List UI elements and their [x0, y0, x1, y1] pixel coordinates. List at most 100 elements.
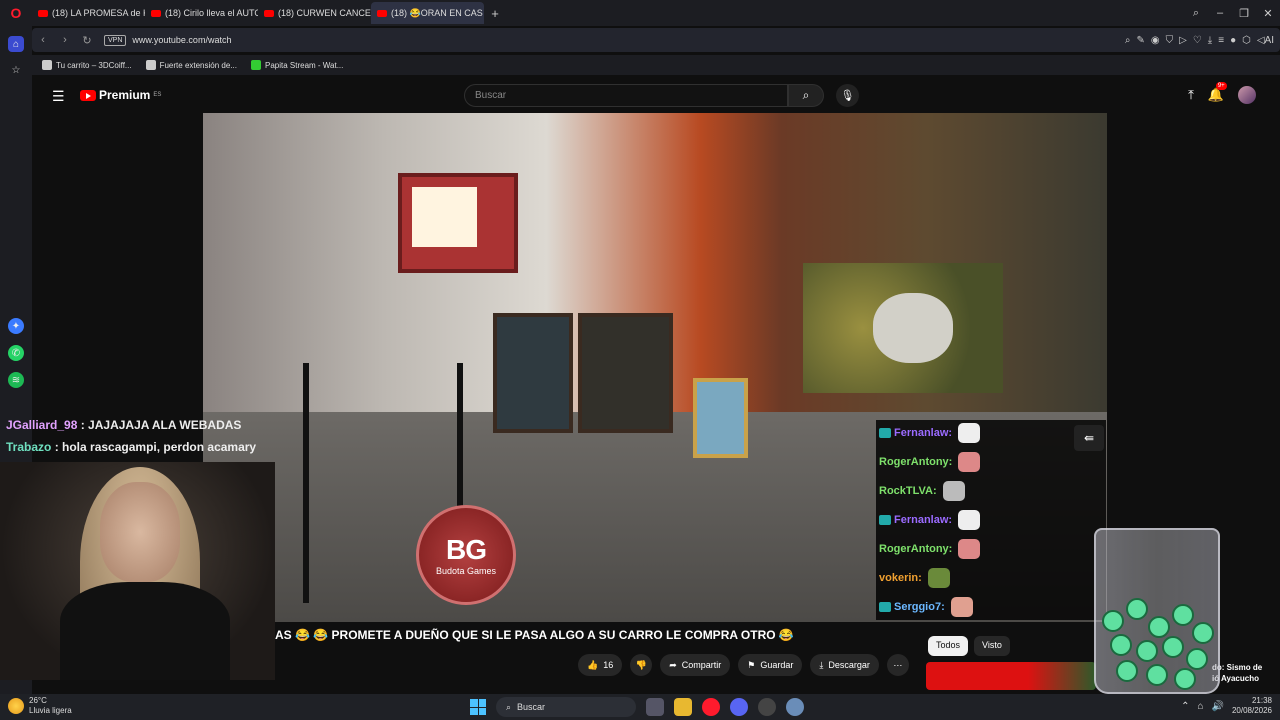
- browser-tab-active[interactable]: (18) 😂ORAN EN CAS: [371, 2, 484, 24]
- camera-icon[interactable]: ◉: [1151, 35, 1160, 46]
- thumbs-down-icon: 👎: [635, 659, 647, 670]
- settings-icon[interactable]: [786, 698, 804, 716]
- upload-icon[interactable]: ⤒: [1188, 87, 1194, 103]
- recommendation-thumbnail[interactable]: [926, 662, 1096, 690]
- chat-message: RogerAntony:: [879, 452, 981, 472]
- close-button[interactable]: ✕: [1256, 7, 1280, 20]
- menu-icon[interactable]: ≡: [1218, 35, 1224, 46]
- weather-widget[interactable]: 26°C Lluvia ligera: [8, 696, 72, 716]
- pill-icon: [1116, 660, 1138, 682]
- clock[interactable]: 21:38 20/08/2026: [1232, 696, 1272, 716]
- chat-text: : JAJAJAJA ALA WEBADAS: [77, 418, 242, 432]
- youtube-icon: [38, 9, 48, 17]
- face-emote-icon: [950, 597, 973, 617]
- spotify-icon[interactable]: ≋: [8, 372, 24, 388]
- pill-icon: [1192, 622, 1214, 644]
- volume-icon[interactable]: 🔊: [1212, 701, 1224, 712]
- notifications-bell-icon[interactable]: 🔔 9+: [1208, 82, 1227, 103]
- edit-icon[interactable]: ✎: [1137, 35, 1145, 46]
- recommendation-chips: Todos Visto: [928, 636, 1010, 656]
- home-icon[interactable]: ⌂: [8, 36, 24, 52]
- maximize-button[interactable]: ❐: [1232, 7, 1256, 20]
- star-icon[interactable]: ☆: [8, 62, 24, 78]
- share-button[interactable]: ➦ Compartir: [660, 654, 731, 676]
- chip-watched[interactable]: Visto: [974, 636, 1010, 656]
- chat-username: Fernanlaw:: [894, 514, 953, 526]
- bookmark-item[interactable]: Fuerte extensión de...: [145, 60, 237, 70]
- messenger-icon[interactable]: ✦: [8, 318, 24, 334]
- file-explorer-icon[interactable]: [674, 698, 692, 716]
- chatgpt-icon[interactable]: [758, 698, 776, 716]
- play-icon[interactable]: ▷: [1179, 35, 1187, 46]
- download-icon[interactable]: ⤓: [1208, 35, 1212, 46]
- video-scene-frame: [493, 313, 573, 433]
- opera-logo-icon[interactable]: O: [0, 0, 32, 26]
- new-tab-button[interactable]: +: [484, 6, 506, 21]
- url-field[interactable]: www.youtube.com/watch: [132, 35, 231, 45]
- browser-tab[interactable]: (18) CURWEN CANCELA L: [258, 2, 371, 24]
- youtube-icon: [264, 9, 274, 17]
- microphone-icon: 🎙: [840, 90, 855, 102]
- youtube-logo[interactable]: Premium ES: [80, 88, 161, 102]
- bookmark-item[interactable]: Tu carrito – 3DCoiff...: [42, 60, 132, 70]
- reload-button[interactable]: ↻: [76, 34, 98, 47]
- windows-taskbar: 26°C Lluvia ligera ⌕ Buscar ⌃ ⌂ 🔊 21:38 20/…: [0, 694, 1280, 720]
- save-button[interactable]: ⚑ Guardar: [738, 654, 803, 676]
- hamburger-menu-icon[interactable]: ☰: [52, 88, 65, 105]
- back-button[interactable]: ‹: [32, 34, 54, 46]
- webcam-body: [60, 582, 230, 680]
- shield-icon[interactable]: ⛉: [1166, 35, 1174, 46]
- weather-icon: [8, 698, 24, 714]
- windows-start-icon[interactable]: [470, 699, 486, 715]
- notification-count: 9+: [1215, 82, 1227, 90]
- more-actions-button[interactable]: ⋯: [886, 654, 909, 676]
- taskbar-search-label: Buscar: [517, 702, 546, 712]
- like-button[interactable]: 👍 16: [578, 654, 623, 676]
- video-scene-frame: [693, 378, 748, 458]
- dislike-button[interactable]: 👎: [630, 654, 653, 676]
- collapse-chat-button[interactable]: ⇚: [1074, 425, 1104, 451]
- aria-ai-button[interactable]: ◁AI: [1257, 35, 1274, 46]
- download-button[interactable]: ⤓ Descargar: [810, 654, 879, 676]
- bookmark-label: Tu carrito – 3DCoiff...: [56, 60, 132, 70]
- search-tabs-icon[interactable]: ⌕: [1184, 7, 1208, 20]
- voice-search-button[interactable]: 🎙: [836, 84, 859, 107]
- taskbar-search[interactable]: ⌕ Buscar: [496, 697, 636, 717]
- youtube-header: ☰ Premium ES Buscar ⌕ 🎙 ⤒ 🔔 9+: [36, 78, 1280, 114]
- discord-icon[interactable]: [730, 698, 748, 716]
- save-label: Guardar: [760, 660, 794, 670]
- profile-icon[interactable]: ●: [1230, 35, 1236, 46]
- bookmark-label: Fuerte extensión de...: [159, 60, 237, 70]
- search-input[interactable]: Buscar: [464, 84, 788, 107]
- video-actions: 👍 16 👎 ➦ Compartir ⚑ Guardar ⤓ Descargar ⋯: [578, 654, 909, 676]
- extensions-icon[interactable]: ⬡: [1242, 35, 1251, 46]
- sub-badge-icon: [879, 428, 891, 438]
- bookmark-item[interactable]: Papita Stream - Wat...: [250, 60, 343, 70]
- heart-icon[interactable]: ♡: [1193, 35, 1202, 46]
- avatar[interactable]: [1238, 86, 1256, 104]
- chevron-up-icon[interactable]: ⌃: [1181, 701, 1189, 712]
- tab-label: (18) LA PROMESA de King: [52, 8, 145, 18]
- address-bar: ‹ › ↻ VPN www.youtube.com/watch ⌕ ✎ ◉ ⛉ …: [32, 28, 1280, 52]
- taskbar-apps: ⌕ Buscar: [470, 697, 804, 717]
- recommendation-title[interactable]: do: Sismo de ió Ayacucho: [1212, 662, 1280, 684]
- browser-tab[interactable]: (18) LA PROMESA de King: [32, 2, 145, 24]
- chip-all[interactable]: Todos: [928, 636, 969, 656]
- chat-username: JGalliard_98: [6, 418, 78, 432]
- network-icon[interactable]: ⌂: [1197, 701, 1203, 712]
- opera-browser-icon[interactable]: [702, 698, 720, 716]
- search-button[interactable]: ⌕: [788, 84, 824, 107]
- whatsapp-icon[interactable]: ✆: [8, 345, 24, 361]
- task-view-icon[interactable]: [646, 698, 664, 716]
- tab-label: (18) CURWEN CANCELA L: [278, 8, 371, 18]
- tab-label: (18) 😂ORAN EN CAS: [391, 7, 483, 18]
- minimize-button[interactable]: –: [1208, 7, 1232, 19]
- browser-tab[interactable]: (18) Cirilo lleva el AUTO p: [145, 2, 258, 24]
- youtube-icon: [377, 9, 387, 17]
- forward-button[interactable]: ›: [54, 34, 76, 46]
- system-tray: ⌃ ⌂ 🔊 21:38 20/08/2026: [1181, 696, 1272, 716]
- search-icon[interactable]: ⌕: [1125, 35, 1131, 46]
- vpn-badge[interactable]: VPN: [104, 34, 127, 46]
- chat-message: RogerAntony:: [879, 539, 981, 559]
- video-scene-frame: [578, 313, 673, 433]
